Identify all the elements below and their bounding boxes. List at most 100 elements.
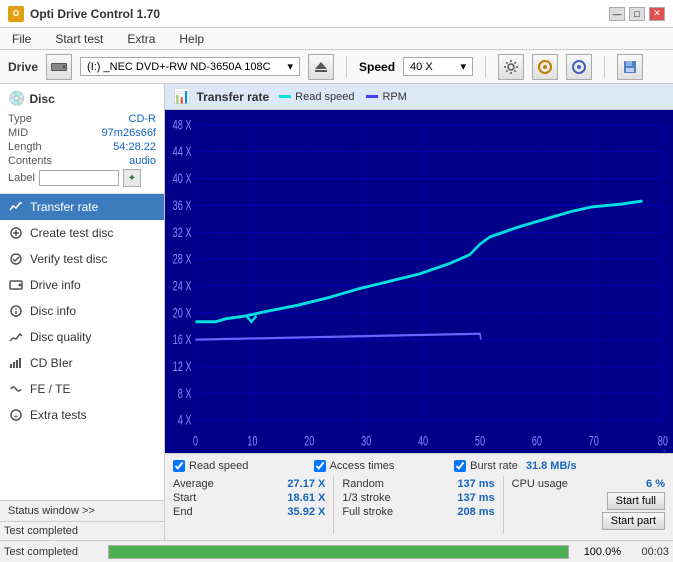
- svg-text:40: 40: [418, 435, 428, 449]
- end-val: 35.92 X: [287, 506, 325, 518]
- full-stroke-val: 208 ms: [457, 506, 494, 518]
- random-key: Random: [342, 478, 384, 490]
- window-controls: — □ ✕: [609, 7, 665, 21]
- nav-disc-info[interactable]: Disc info: [0, 298, 164, 324]
- drive-icon-button[interactable]: [46, 54, 72, 80]
- cpu-val: 6 %: [646, 478, 665, 490]
- access-times-label: Access times: [330, 460, 395, 472]
- nav-fe-te[interactable]: FE / TE: [0, 376, 164, 402]
- drive-dropdown[interactable]: (I:) _NEC DVD+-RW ND-3650A 108C ▾: [80, 57, 300, 76]
- length-key: Length: [8, 141, 42, 153]
- start-part-row: Start part: [512, 512, 665, 530]
- menu-extra[interactable]: Extra: [123, 31, 159, 47]
- fe-te-icon: [8, 381, 24, 397]
- svg-text:70: 70: [589, 435, 599, 449]
- chart-area: 48 X 44 X 40 X 36 X 32 X 28 X 24 X 20 X …: [165, 110, 673, 453]
- mid-val: 97m26s66f: [102, 127, 156, 139]
- content-area: 📊 Transfer rate Read speed RPM: [165, 84, 673, 540]
- nav-verify-test-disc[interactable]: Verify test disc: [0, 246, 164, 272]
- read-speed-group: Read speed: [173, 460, 314, 472]
- nav-disc-quality[interactable]: Disc quality: [0, 324, 164, 350]
- svg-text:50: 50: [475, 435, 485, 449]
- read-speed-label: Read speed: [189, 460, 248, 472]
- svg-text:20: 20: [304, 435, 314, 449]
- legend-rpm: RPM: [366, 91, 406, 103]
- full-stroke-key: Full stroke: [342, 506, 393, 518]
- cpu-key: CPU usage: [512, 478, 568, 490]
- read-speed-checkbox[interactable]: [173, 460, 185, 472]
- menu-start-test[interactable]: Start test: [51, 31, 107, 47]
- save-button[interactable]: [617, 54, 643, 80]
- start-full-button[interactable]: Start full: [607, 492, 665, 510]
- chart-legend: Read speed RPM: [279, 91, 407, 103]
- disc-info-icon: [8, 303, 24, 319]
- svg-text:44 X: 44 X: [173, 146, 192, 160]
- settings-button[interactable]: [498, 54, 524, 80]
- status-area: Status window >> Test completed: [0, 500, 164, 540]
- stats-col-access: Random 137 ms 1/3 stroke 137 ms Full str…: [334, 476, 503, 534]
- svg-text:8 X: 8 X: [178, 387, 192, 401]
- svg-text:30: 30: [361, 435, 371, 449]
- start-part-button[interactable]: Start part: [602, 512, 665, 530]
- nav-items: Transfer rate Create test disc Verify te…: [0, 194, 164, 500]
- mid-key: MID: [8, 127, 28, 139]
- nav-transfer-rate[interactable]: Transfer rate: [0, 194, 164, 220]
- disc-quality-icon: [8, 329, 24, 345]
- svg-text:36 X: 36 X: [173, 199, 192, 213]
- test-completed-text: Test completed: [4, 525, 78, 537]
- sidebar: 💿 Disc Type CD-R MID 97m26s66f Length 54…: [0, 84, 165, 540]
- speed-dropdown[interactable]: 40 X ▾: [403, 57, 473, 76]
- minimize-button[interactable]: —: [609, 7, 625, 21]
- svg-text:10: 10: [247, 435, 257, 449]
- maximize-button[interactable]: □: [629, 7, 645, 21]
- svg-text:24 X: 24 X: [173, 280, 192, 294]
- access-times-group: Access times: [314, 460, 455, 472]
- svg-text:+: +: [14, 412, 19, 421]
- burst-rate-val: 31.8 MB/s: [526, 460, 577, 472]
- cpu-row: CPU usage 6 %: [512, 478, 665, 490]
- close-button[interactable]: ✕: [649, 7, 665, 21]
- svg-text:0: 0: [193, 435, 198, 449]
- stats-panel: Read speed Access times Burst rate 31.8 …: [165, 453, 673, 540]
- svg-text:min: min: [655, 450, 670, 453]
- average-row: Average 27.17 X: [173, 478, 325, 490]
- label-input[interactable]: [39, 170, 119, 186]
- legend-rpm-color: [366, 95, 378, 98]
- test-disc-button[interactable]: [532, 54, 558, 80]
- stats-col-cpu: CPU usage 6 % Start full Start part: [504, 476, 673, 534]
- access-times-checkbox[interactable]: [314, 460, 326, 472]
- start-key: Start: [173, 492, 196, 504]
- menu-help[interactable]: Help: [175, 31, 208, 47]
- transfer-rate-header: 📊 Transfer rate Read speed RPM: [165, 84, 673, 110]
- drive-info-icon: [8, 277, 24, 293]
- menu-file[interactable]: File: [8, 31, 35, 47]
- transfer-rate-icon: [8, 199, 24, 215]
- nav-extra-tests[interactable]: + Extra tests: [0, 402, 164, 428]
- nav-drive-info[interactable]: Drive info: [0, 272, 164, 298]
- label-btn[interactable]: ✦: [123, 169, 141, 187]
- separator2: [485, 56, 486, 78]
- svg-text:32 X: 32 X: [173, 226, 192, 240]
- main-layout: 💿 Disc Type CD-R MID 97m26s66f Length 54…: [0, 84, 673, 540]
- disc-icon: 💿: [8, 90, 25, 107]
- disc-panel: 💿 Disc Type CD-R MID 97m26s66f Length 54…: [0, 84, 164, 194]
- stats-checkboxes-row: Read speed Access times Burst rate 31.8 …: [165, 458, 673, 474]
- random-val: 137 ms: [457, 478, 494, 490]
- random-row: Random 137 ms: [342, 478, 494, 490]
- nav-create-test-disc[interactable]: Create test disc: [0, 220, 164, 246]
- start-row: Start 18.61 X: [173, 492, 325, 504]
- svg-text:48 X: 48 X: [173, 119, 192, 133]
- write-button[interactable]: [566, 54, 592, 80]
- eject-button[interactable]: [308, 54, 334, 80]
- svg-text:80: 80: [658, 435, 668, 449]
- bottom-statusbar: Test completed 100.0% 00:03: [0, 540, 673, 562]
- speed-label: Speed: [359, 60, 395, 74]
- label-key: Label: [8, 172, 35, 184]
- progress-percent: 100.0%: [573, 546, 621, 558]
- stats-col-read: Average 27.17 X Start 18.61 X End 35.92 …: [165, 476, 334, 534]
- type-val: CD-R: [129, 113, 157, 125]
- nav-cd-bler[interactable]: CD BIer: [0, 350, 164, 376]
- status-window-button[interactable]: Status window >>: [0, 501, 164, 522]
- burst-rate-checkbox[interactable]: [454, 460, 466, 472]
- svg-text:12 X: 12 X: [173, 360, 192, 374]
